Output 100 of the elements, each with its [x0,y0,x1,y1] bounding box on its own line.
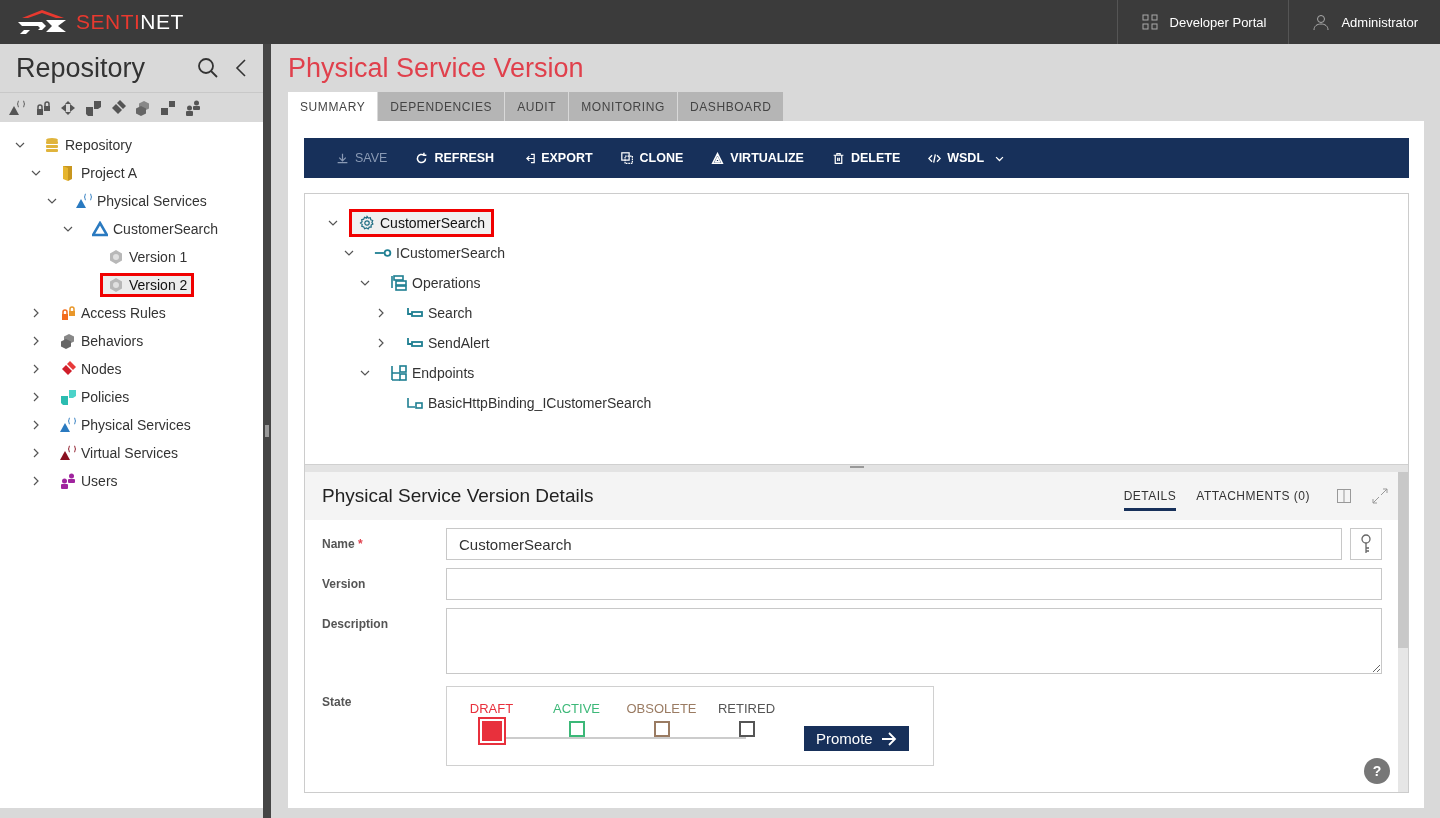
toolbar-button[interactable]: VIRTUALIZE [703,143,824,173]
field-label: State [322,694,353,709]
chevron-down-icon[interactable] [63,224,73,234]
tree-item[interactable]: Policies [52,385,137,409]
tree-item[interactable]: BasicHttpBinding_ICustomerSearch [397,389,661,417]
tab[interactable]: DASHBOARD [678,92,784,121]
chevron-right-icon[interactable] [376,338,386,348]
state-marker[interactable] [738,721,755,737]
hexagon-icon [108,277,124,293]
expand-icon[interactable] [1372,488,1388,504]
field-label: Description [322,616,389,631]
state-label: RETIRED [717,701,776,716]
promote-button[interactable]: Promote [804,726,909,751]
chevron-down-icon[interactable] [344,248,354,258]
splitter-handle[interactable] [265,425,269,437]
help-button[interactable]: ? [1364,758,1390,784]
tree-item[interactable]: SendAlert [397,329,499,357]
toolbar-button[interactable]: REFRESH [407,143,515,173]
scrollbar-thumb[interactable] [1398,472,1408,648]
operation-icon [406,337,424,349]
tree-item[interactable]: Users [52,469,125,493]
state-marker[interactable] [477,717,506,745]
chevron-right-icon[interactable] [31,392,41,402]
state-marker[interactable] [568,721,585,737]
tab[interactable]: AUDIT [505,92,569,121]
tree-item[interactable]: Nodes [52,357,129,381]
toolbar-button[interactable]: WSDL [920,143,1026,173]
chevron-down-icon[interactable] [328,218,338,228]
chevron-down-icon[interactable] [360,368,370,378]
operation-icon [406,307,424,319]
tree-item[interactable]: Repository [36,133,139,157]
tab[interactable]: ATTACHMENTS (0) [1196,481,1310,511]
chevron-down-icon[interactable] [47,196,57,206]
toolbar-button[interactable]: DELETE [823,143,921,173]
blocks-icon[interactable] [85,99,101,116]
field-label: Name * [322,536,364,551]
chevron-right-icon[interactable] [31,476,41,486]
tree-item[interactable]: CustomerSearch [349,209,495,237]
key-icon [1360,534,1372,554]
tab[interactable]: SUMMARY [288,92,378,121]
triangle-braces-icon[interactable] [8,99,26,116]
key-button[interactable] [1350,528,1382,560]
tree-item[interactable]: Physical Services [52,413,198,437]
search-icon[interactable] [197,57,219,79]
tree-item[interactable]: Physical Services [68,189,214,213]
tree-item[interactable]: Version 1 [100,245,195,269]
tab[interactable]: DEPENDENCIES [378,92,505,121]
users-icon[interactable] [185,99,201,116]
state-label: ACTIVE [553,701,600,716]
tab[interactable]: MONITORING [569,92,677,121]
cubes-icon[interactable] [135,99,151,116]
triangle-braces-icon [59,417,77,433]
columns-icon[interactable] [1336,488,1352,504]
tree-item[interactable]: Operations [381,269,490,297]
chevron-right-icon[interactable] [31,364,41,374]
arrows-icon[interactable] [60,99,76,116]
chevron-right-icon[interactable] [376,308,386,318]
lollipop-icon [374,247,392,259]
toolbar-button[interactable]: EXPORT [514,143,613,173]
users-icon [60,473,76,489]
text-field[interactable] [446,568,1382,600]
tree-item[interactable]: Virtual Services [52,441,185,465]
chevron-down-icon[interactable] [360,278,370,288]
tree-item[interactable]: ICustomerSearch [365,239,514,267]
padlocks-icon[interactable] [35,99,51,116]
cubes-icon [60,333,76,349]
chevron-right-icon[interactable] [31,308,41,318]
state-marker[interactable] [653,721,670,737]
tab[interactable]: DETAILS [1123,481,1177,511]
tree-item[interactable]: Access Rules [52,301,173,325]
hierarchy-icon [390,365,408,381]
stack-icon [390,275,408,291]
tree-item[interactable]: Version 2 [100,273,195,297]
text-field[interactable]: CustomerSearch [446,528,1342,560]
chevron-right-icon[interactable] [31,336,41,346]
triangle-braces-icon [59,445,77,461]
tree-item[interactable]: Search [397,299,482,327]
squares-icon[interactable] [160,99,176,116]
toolbar-button[interactable]: CLONE [612,143,704,173]
hexagon-icon [108,249,124,265]
chevron-down-icon[interactable] [15,140,25,150]
diamond-icon[interactable] [110,99,126,116]
chevron-down-icon[interactable] [31,168,41,178]
tree-item[interactable]: CustomerSearch [84,217,226,241]
triangle-icon [711,151,725,165]
code-icon [928,151,942,165]
chevron-right-icon[interactable] [31,420,41,430]
tree-item[interactable]: Behaviors [52,329,151,353]
panel-title: Physical Service Version Details [322,485,595,507]
grid-icon [1141,14,1158,30]
endpoint-icon [406,397,424,409]
diamond-icon [60,361,76,377]
page-title: Physical Service Version [288,51,585,85]
padlocks-icon [60,305,76,321]
collapse-icon[interactable] [235,58,247,78]
resize-handle[interactable] [849,466,864,468]
chevron-right-icon[interactable] [31,448,41,458]
description-field[interactable] [446,608,1382,674]
tree-item[interactable]: Endpoints [381,359,484,387]
tree-item[interactable]: Project A [52,161,145,185]
